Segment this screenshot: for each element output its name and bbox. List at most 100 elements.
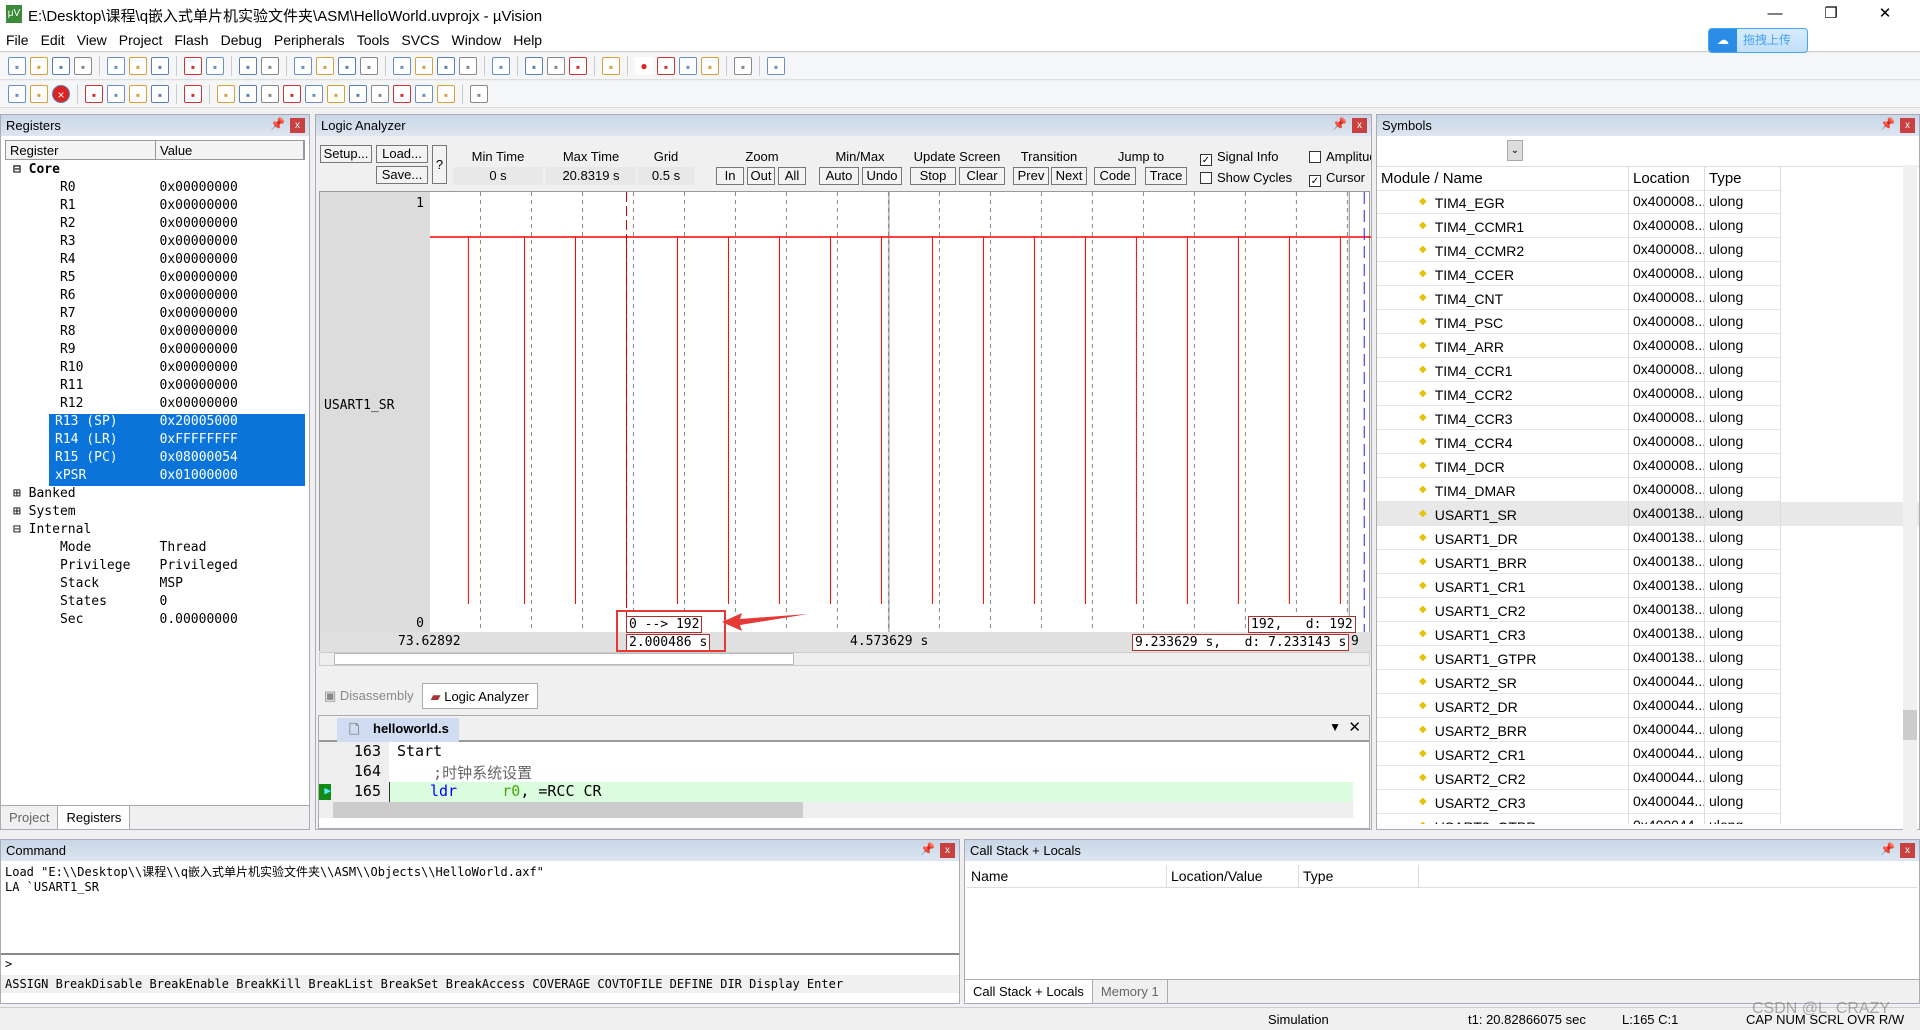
register-row[interactable]: R0 0x00000000 bbox=[5, 180, 305, 198]
tab-call-stack[interactable]: Call Stack + Locals bbox=[965, 980, 1093, 1003]
register-row[interactable]: Privilege Privileged bbox=[5, 558, 305, 576]
code-area[interactable]: 163 Start 164 ;时钟系统设置 ▶ 165 ldr r0, =RCC CR bbox=[319, 742, 1369, 818]
menu-debug[interactable]: Debug bbox=[215, 28, 268, 52]
pin-icon[interactable]: 📌 bbox=[1332, 117, 1347, 131]
upload-button[interactable]: ☁ 拖拽上传 bbox=[1708, 28, 1808, 53]
register-row[interactable]: R5 0x00000000 bbox=[5, 270, 305, 288]
close-editor-icon[interactable]: ✕ bbox=[1348, 718, 1361, 736]
prev-bookmark-icon[interactable]: ▪ bbox=[316, 57, 334, 75]
tab-memory-1[interactable]: Memory 1 bbox=[1093, 980, 1168, 1003]
register-row[interactable]: R10 0x00000000 bbox=[5, 360, 305, 378]
find-icon[interactable]: ▪ bbox=[547, 57, 565, 75]
redo-icon[interactable]: ▪ bbox=[206, 57, 224, 75]
register-row[interactable]: R1 0x00000000 bbox=[5, 198, 305, 216]
register-row[interactable]: R12 0x00000000 bbox=[5, 396, 305, 414]
symbol-row[interactable]: ◆ TIM4_CNT 0x400008... ulong bbox=[1377, 286, 1919, 310]
run-to-line-icon[interactable]: ▪ bbox=[151, 85, 169, 103]
scrollbar-thumb[interactable] bbox=[334, 653, 794, 665]
register-row[interactable]: R2 0x00000000 bbox=[5, 216, 305, 234]
jump-code-button[interactable]: Code bbox=[1094, 167, 1136, 185]
register-row[interactable]: ⊟ Internal bbox=[5, 522, 305, 540]
symbol-row[interactable]: ◆ TIM4_EGR 0x400008... ulong bbox=[1377, 190, 1919, 214]
paste-icon[interactable]: ▪ bbox=[151, 57, 169, 75]
analysis-window-icon[interactable]: ▪ bbox=[393, 85, 411, 103]
step-over-icon[interactable]: ▪ bbox=[107, 85, 125, 103]
signal-name[interactable]: USART1_SR bbox=[324, 398, 394, 413]
new-file-icon[interactable]: ▪ bbox=[8, 57, 26, 75]
cut-icon[interactable]: ▪ bbox=[107, 57, 125, 75]
symbol-row[interactable]: ◆ TIM4_DCR 0x400008... ulong bbox=[1377, 454, 1919, 478]
undo-button[interactable]: Undo bbox=[862, 167, 902, 185]
register-row[interactable]: xPSR 0x01000000 bbox=[5, 468, 305, 486]
prev-transition-button[interactable]: Prev bbox=[1013, 167, 1049, 185]
run-to-cursor-icon[interactable]: ▪ bbox=[30, 85, 48, 103]
register-row[interactable]: Sec 0.00000000 bbox=[5, 612, 305, 630]
zoom-out-button[interactable]: Out bbox=[747, 167, 775, 185]
symbol-row[interactable]: ◆ TIM4_CCR1 0x400008... ulong bbox=[1377, 358, 1919, 382]
close-icon[interactable]: x bbox=[1352, 118, 1367, 133]
symbol-row[interactable]: ◆ TIM4_CCER 0x400008... ulong bbox=[1377, 262, 1919, 286]
load-button[interactable]: Load... bbox=[376, 145, 428, 163]
amplitude-checkbox[interactable]: Amplitude bbox=[1309, 149, 1371, 164]
setup-button[interactable]: Setup... bbox=[320, 145, 372, 163]
symbol-row[interactable]: ◆ TIM4_ARR 0x400008... ulong bbox=[1377, 334, 1919, 358]
kill-all-breakpoints-icon[interactable]: ▪ bbox=[701, 57, 719, 75]
unindent-icon[interactable]: ▪ bbox=[415, 57, 433, 75]
step-out-icon[interactable]: ▪ bbox=[129, 85, 147, 103]
register-row[interactable]: Stack MSP bbox=[5, 576, 305, 594]
tab-logic-analyzer[interactable]: ▰ Logic Analyzer bbox=[421, 683, 538, 709]
cursor-checkbox[interactable]: ✓ Cursor bbox=[1309, 170, 1371, 187]
save-button[interactable]: Save... bbox=[376, 166, 428, 184]
show-next-icon[interactable]: ▪ bbox=[184, 85, 202, 103]
editor-hscroll[interactable] bbox=[319, 802, 1353, 818]
stop-button[interactable]: Stop bbox=[910, 167, 956, 185]
symbol-row[interactable]: ◆ TIM4_PSC 0x400008... ulong bbox=[1377, 310, 1919, 334]
register-row[interactable]: R3 0x00000000 bbox=[5, 234, 305, 252]
close-icon[interactable]: x bbox=[1900, 118, 1915, 133]
register-row[interactable]: ⊞ System bbox=[5, 504, 305, 522]
editor-tab[interactable]: 🗋 helloworld.s bbox=[337, 718, 459, 742]
bookmark-icon[interactable]: ▪ bbox=[294, 57, 312, 75]
symbol-row[interactable]: ◆ USART2_SR 0x400044... ulong bbox=[1377, 670, 1919, 694]
menu-peripherals[interactable]: Peripherals bbox=[268, 28, 351, 52]
disassembly-window-icon[interactable]: ▪ bbox=[239, 85, 257, 103]
pin-icon[interactable]: 📌 bbox=[920, 842, 935, 856]
find-in-files-icon[interactable]: ▪ bbox=[492, 57, 510, 75]
menu-svcs[interactable]: SVCS bbox=[395, 28, 445, 52]
register-row[interactable]: R4 0x00000000 bbox=[5, 252, 305, 270]
register-row[interactable]: States 0 bbox=[5, 594, 305, 612]
register-row[interactable]: R8 0x00000000 bbox=[5, 324, 305, 342]
stop-icon[interactable]: × bbox=[52, 85, 70, 103]
command-window-icon[interactable]: ▪ bbox=[217, 85, 235, 103]
menu-help[interactable]: Help bbox=[507, 28, 548, 52]
symbol-row[interactable]: ◆ USART1_BRR 0x400138... ulong bbox=[1377, 550, 1919, 574]
menu-edit[interactable]: Edit bbox=[35, 28, 71, 52]
help-button[interactable]: ? bbox=[432, 145, 447, 184]
pin-icon[interactable]: 📌 bbox=[270, 117, 285, 131]
symbol-row[interactable]: ◆ USART2_DR 0x400044... ulong bbox=[1377, 694, 1919, 718]
serial-window-icon[interactable]: ▪ bbox=[371, 85, 389, 103]
system-viewer-icon[interactable]: ▪ bbox=[437, 85, 455, 103]
clear-bookmarks-icon[interactable]: ▪ bbox=[360, 57, 378, 75]
register-row[interactable]: R11 0x00000000 bbox=[5, 378, 305, 396]
symbol-row[interactable]: ◆ USART1_CR3 0x400138... ulong bbox=[1377, 622, 1919, 646]
kill-breakpoints-icon[interactable]: ▪ bbox=[679, 57, 697, 75]
filter-dropdown[interactable]: ⌄ bbox=[1507, 140, 1523, 161]
symbols-window-icon[interactable]: ▪ bbox=[261, 85, 279, 103]
trace-window-icon[interactable]: ▪ bbox=[415, 85, 433, 103]
step-icon[interactable]: ▪ bbox=[85, 85, 103, 103]
menu-flash[interactable]: Flash bbox=[168, 28, 214, 52]
register-row[interactable]: Mode Thread bbox=[5, 540, 305, 558]
register-row[interactable]: R7 0x00000000 bbox=[5, 306, 305, 324]
symbol-row[interactable]: ◆ TIM4_CCR3 0x400008... ulong bbox=[1377, 406, 1919, 430]
register-row[interactable]: R9 0x00000000 bbox=[5, 342, 305, 360]
menu-file[interactable]: File bbox=[0, 28, 35, 52]
symbol-row[interactable]: ◆ USART1_CR1 0x400138... ulong bbox=[1377, 574, 1919, 598]
auto-button[interactable]: Auto bbox=[819, 167, 859, 185]
menu-project[interactable]: Project bbox=[113, 28, 169, 52]
register-row[interactable]: R15 (PC) 0x08000054 bbox=[5, 450, 305, 468]
symbol-row[interactable]: ◆ TIM4_CCR4 0x400008... ulong bbox=[1377, 430, 1919, 454]
jump-trace-button[interactable]: Trace bbox=[1145, 167, 1187, 185]
menu-view[interactable]: View bbox=[71, 28, 113, 52]
symbol-row[interactable]: ◆ USART1_SR 0x400138... ulong bbox=[1377, 502, 1919, 526]
